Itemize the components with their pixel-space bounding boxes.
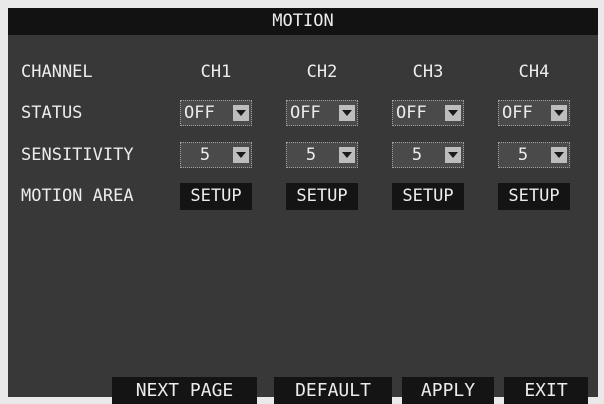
sensitivity-select-ch3[interactable]: 5 xyxy=(392,142,464,168)
window-title: MOTION xyxy=(8,8,598,35)
status-select-ch4[interactable]: OFF xyxy=(498,100,570,126)
sensitivity-value: 5 xyxy=(199,145,211,165)
status-value: OFF xyxy=(396,103,427,123)
dropdown-arrow-icon[interactable] xyxy=(233,105,249,121)
sensitivity-value: 5 xyxy=(305,145,317,165)
sensitivity-select-ch4[interactable]: 5 xyxy=(498,142,570,168)
dropdown-arrow-icon[interactable] xyxy=(445,105,461,121)
channel-label: CHANNEL xyxy=(21,62,93,82)
motion-area-setup-button-ch2[interactable]: SETUP xyxy=(286,183,358,210)
channel-header-ch4: CH4 xyxy=(518,62,550,82)
sensitivity-value: 5 xyxy=(517,145,529,165)
dropdown-arrow-icon[interactable] xyxy=(339,105,355,121)
dropdown-arrow-icon[interactable] xyxy=(339,147,355,163)
channel-header-ch1: CH1 xyxy=(200,62,232,82)
status-select-ch2[interactable]: OFF xyxy=(286,100,358,126)
sensitivity-label: SENSITIVITY xyxy=(21,145,134,165)
sensitivity-select-ch2[interactable]: 5 xyxy=(286,142,358,168)
channel-header-ch2: CH2 xyxy=(306,62,338,82)
dropdown-arrow-icon[interactable] xyxy=(551,105,567,121)
status-value: OFF xyxy=(184,103,215,123)
dropdown-arrow-icon[interactable] xyxy=(445,147,461,163)
status-label: STATUS xyxy=(21,103,83,123)
motion-area-setup-button-ch1[interactable]: SETUP xyxy=(180,183,252,210)
apply-button[interactable]: APPLY xyxy=(402,377,494,404)
motion-area-setup-button-ch4[interactable]: SETUP xyxy=(498,183,570,210)
dropdown-arrow-icon[interactable] xyxy=(233,147,249,163)
channel-header-ch3: CH3 xyxy=(412,62,444,82)
status-select-ch3[interactable]: OFF xyxy=(392,100,464,126)
dropdown-arrow-icon[interactable] xyxy=(551,147,567,163)
motion-settings-window: MOTION CHANNEL STATUS SENSITIVITY MOTION… xyxy=(8,8,598,404)
status-select-ch1[interactable]: OFF xyxy=(180,100,252,126)
sensitivity-select-ch1[interactable]: 5 xyxy=(180,142,252,168)
sensitivity-value: 5 xyxy=(411,145,423,165)
motion-area-label: MOTION AREA xyxy=(21,186,134,206)
default-button[interactable]: DEFAULT xyxy=(274,377,392,404)
exit-button[interactable]: EXIT xyxy=(504,377,588,404)
status-value: OFF xyxy=(290,103,321,123)
motion-area-setup-button-ch3[interactable]: SETUP xyxy=(392,183,464,210)
next-page-button[interactable]: NEXT PAGE xyxy=(112,377,257,404)
status-value: OFF xyxy=(502,103,533,123)
